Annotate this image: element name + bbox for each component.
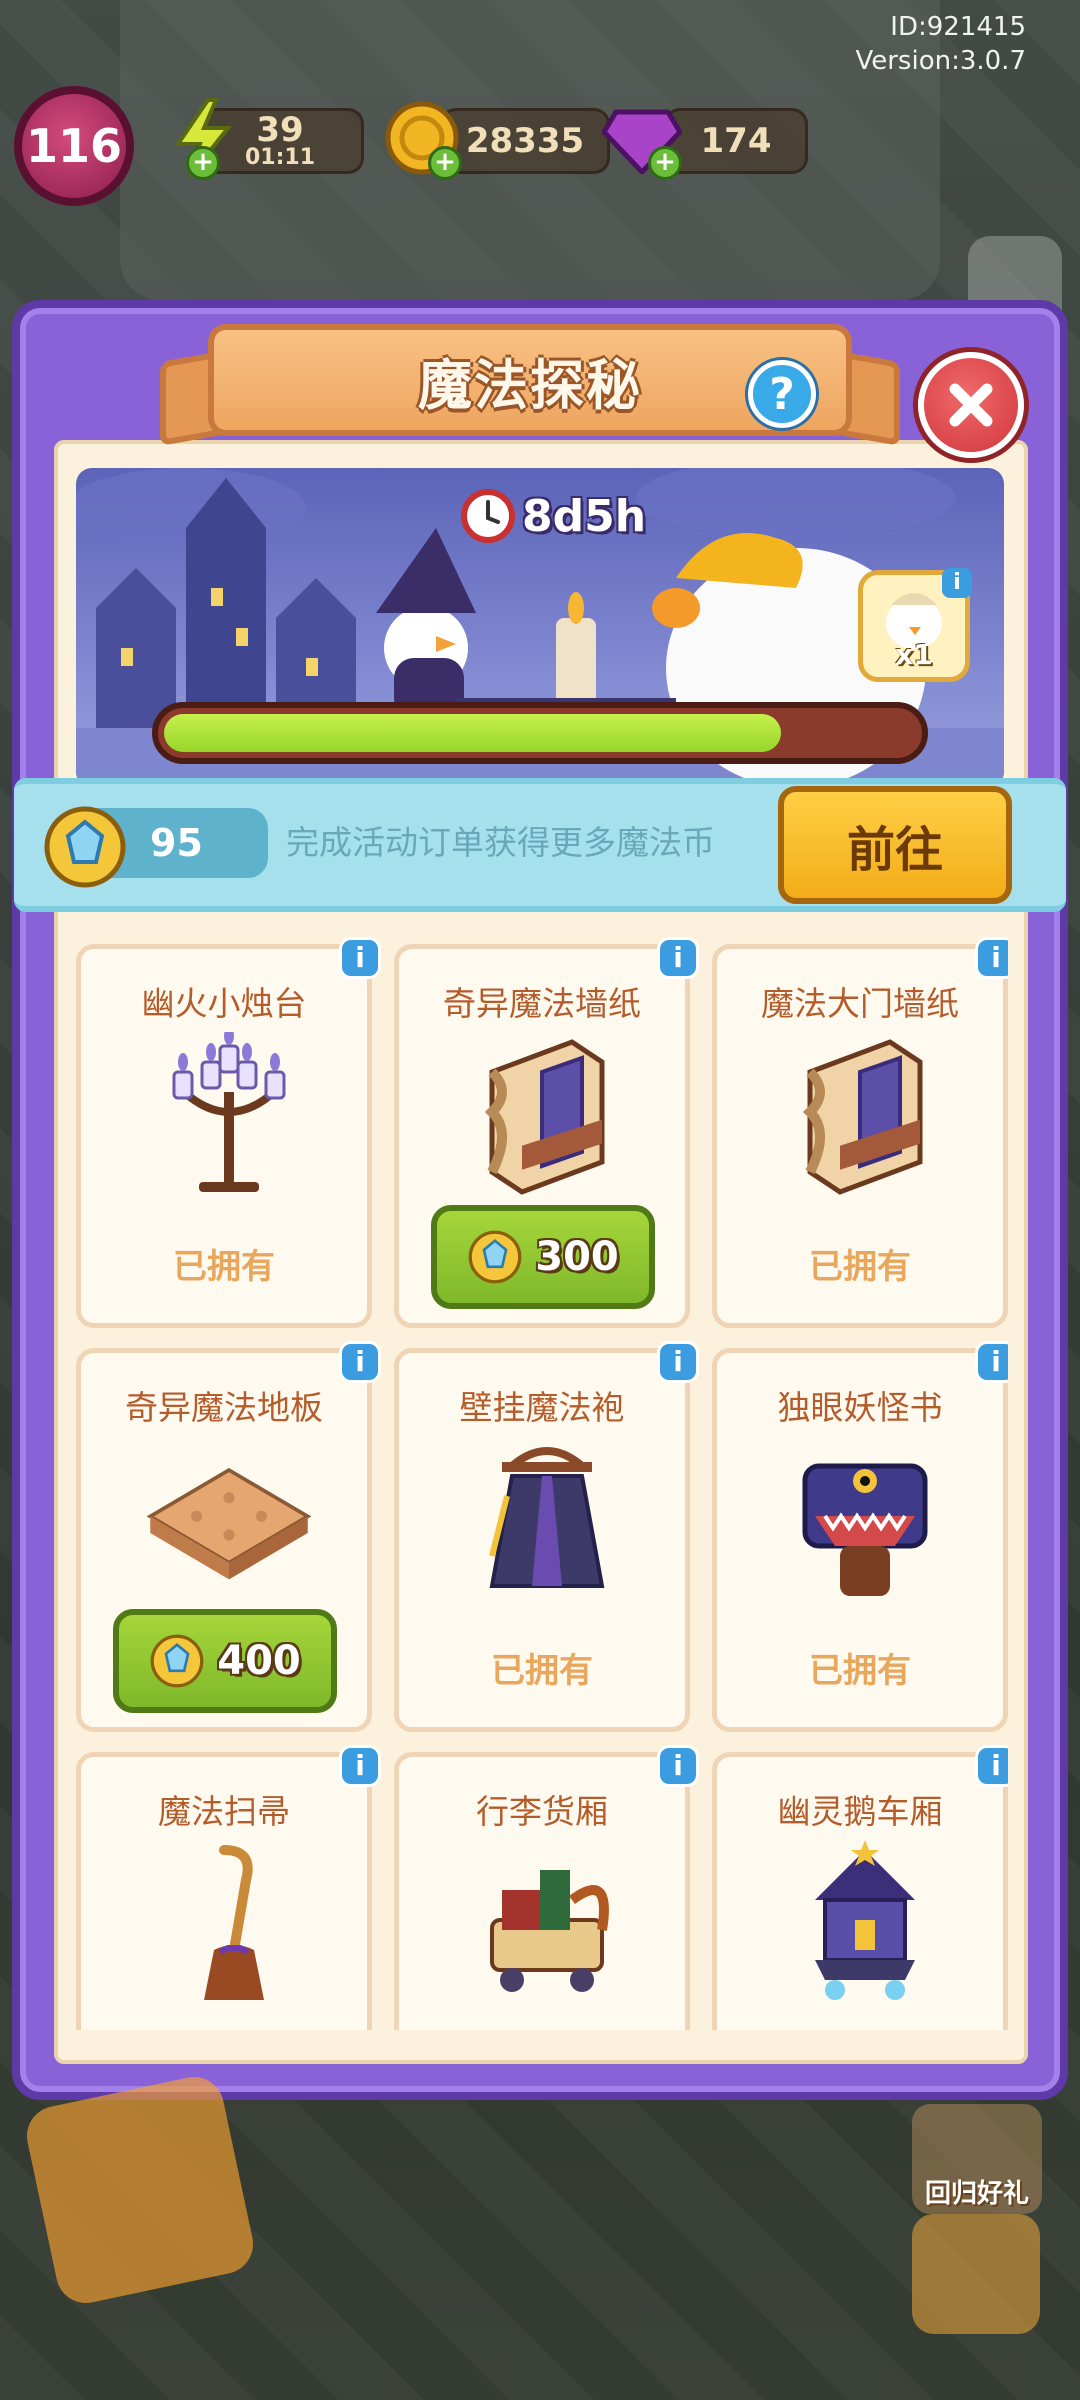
robe-icon xyxy=(459,1433,635,1609)
coin-value: 28335 xyxy=(465,121,585,161)
gem-plus-icon[interactable]: + xyxy=(648,146,682,180)
monster-book-icon xyxy=(777,1433,953,1609)
info-icon[interactable]: i xyxy=(657,1745,699,1787)
owned-label: 已拥有 xyxy=(809,1651,911,1691)
player-id: ID:921415 xyxy=(890,12,1026,42)
shop-item-card[interactable]: 壁挂魔法袍 i 已拥有 xyxy=(394,1341,699,1732)
owned-label: 已拥有 xyxy=(809,1247,911,1287)
wallpaper-icon xyxy=(777,1029,953,1205)
energy-timer: 01:11 xyxy=(244,145,316,170)
floor-icon xyxy=(141,1433,317,1609)
info-icon[interactable]: i xyxy=(975,937,1008,979)
item-shop-grid: 幽火小烛台 i 已拥有 奇异魔法墙纸 i 300 魔法大门墙纸 i 已拥有 奇异魔法地板 i 400 壁… xyxy=(72,930,1008,2030)
shop-item-card[interactable]: 幽火小烛台 i 已拥有 xyxy=(76,937,381,1328)
shop-item-card[interactable]: 魔法大门墙纸 i 已拥有 xyxy=(712,937,1008,1328)
reward-info-icon[interactable]: i xyxy=(942,568,972,598)
owned-label: 已拥有 xyxy=(173,1247,275,1287)
energy-bolt-button[interactable] xyxy=(21,2071,259,2309)
player-level-badge[interactable]: 116 xyxy=(14,86,134,206)
energy-value: 39 xyxy=(256,110,304,150)
close-icon[interactable] xyxy=(918,352,1024,458)
event-progress-bar xyxy=(152,702,928,764)
event-progress-fill xyxy=(164,714,781,752)
magic-coin-icon xyxy=(150,1634,204,1688)
shop-item-card[interactable]: 奇异魔法墙纸 i 300 xyxy=(394,937,699,1328)
shop-item-name: 壁挂魔法袍 xyxy=(459,1388,625,1427)
shop-item-card[interactable]: 幽灵鹅车厢 i xyxy=(712,1745,1008,2030)
shop-item-card[interactable]: 行李货厢 i xyxy=(394,1745,699,2030)
shop-item-name: 幽灵鹅车厢 xyxy=(777,1792,943,1831)
buy-button[interactable]: 400 xyxy=(113,1609,337,1713)
return-gift-label: 回归好礼 xyxy=(924,2179,1029,2209)
magic-coin-icon xyxy=(468,1230,522,1284)
event-timer: 8d5h xyxy=(460,486,646,546)
clock-icon xyxy=(461,489,515,543)
magic-coin-count: 95 xyxy=(150,821,203,865)
shop-item-name: 幽火小烛台 xyxy=(141,984,307,1023)
buy-price: 300 xyxy=(535,1234,619,1280)
shop-item-card[interactable]: 独眼妖怪书 i 已拥有 xyxy=(712,1341,1008,1732)
info-icon[interactable]: i xyxy=(975,1745,1008,1787)
shop-item-name: 奇异魔法墙纸 xyxy=(443,984,641,1023)
luggage-cart-icon xyxy=(459,1837,635,2013)
shop-item-name: 魔法扫帚 xyxy=(158,1792,290,1831)
owned-label: 已拥有 xyxy=(491,1651,593,1691)
shop-item-name: 魔法大门墙纸 xyxy=(761,984,959,1023)
broom-icon xyxy=(141,1837,317,2013)
build-info: ID:921415 Version:3.0.7 xyxy=(855,10,1026,78)
magic-coin-icon xyxy=(44,806,126,888)
buy-button[interactable]: 300 xyxy=(431,1205,655,1309)
event-timer-text: 8d5h xyxy=(522,490,647,542)
return-gift-button[interactable]: 回归好礼 xyxy=(912,2104,1042,2214)
chat-icon[interactable] xyxy=(912,2214,1040,2334)
question-icon[interactable]: ? xyxy=(748,360,816,428)
coin-plus-icon[interactable]: + xyxy=(428,146,462,180)
shop-item-name: 行李货厢 xyxy=(476,1792,608,1831)
energy-plus-icon[interactable]: + xyxy=(186,146,220,180)
candelabra-icon xyxy=(141,1029,317,1205)
version-label: Version:3.0.7 xyxy=(855,46,1026,76)
wallpaper-icon xyxy=(459,1029,635,1205)
info-icon[interactable]: i xyxy=(657,1341,699,1383)
reward-count: x1 xyxy=(895,638,933,671)
ghost-cart-icon xyxy=(777,1837,953,2013)
info-icon[interactable]: i xyxy=(339,937,381,979)
player-level: 116 xyxy=(25,119,123,173)
shop-item-name: 奇异魔法地板 xyxy=(125,1388,323,1427)
info-icon[interactable]: i xyxy=(657,937,699,979)
earn-coins-hint: 完成活动订单获得更多魔法币 xyxy=(286,823,715,862)
shop-item-card[interactable]: 魔法扫帚 i xyxy=(76,1745,381,2030)
gem-value: 174 xyxy=(700,121,772,161)
buy-price: 400 xyxy=(217,1638,301,1684)
shop-item-name: 独眼妖怪书 xyxy=(777,1388,943,1427)
info-icon[interactable]: i xyxy=(339,1745,381,1787)
coin-counter[interactable]: 28335 xyxy=(440,108,610,174)
gem-counter[interactable]: 174 xyxy=(664,108,808,174)
shop-item-card[interactable]: 奇异魔法地板 i 400 xyxy=(76,1341,381,1732)
info-icon[interactable]: i xyxy=(975,1341,1008,1383)
info-icon[interactable]: i xyxy=(339,1341,381,1383)
go-button[interactable]: 前往 xyxy=(778,786,1012,904)
